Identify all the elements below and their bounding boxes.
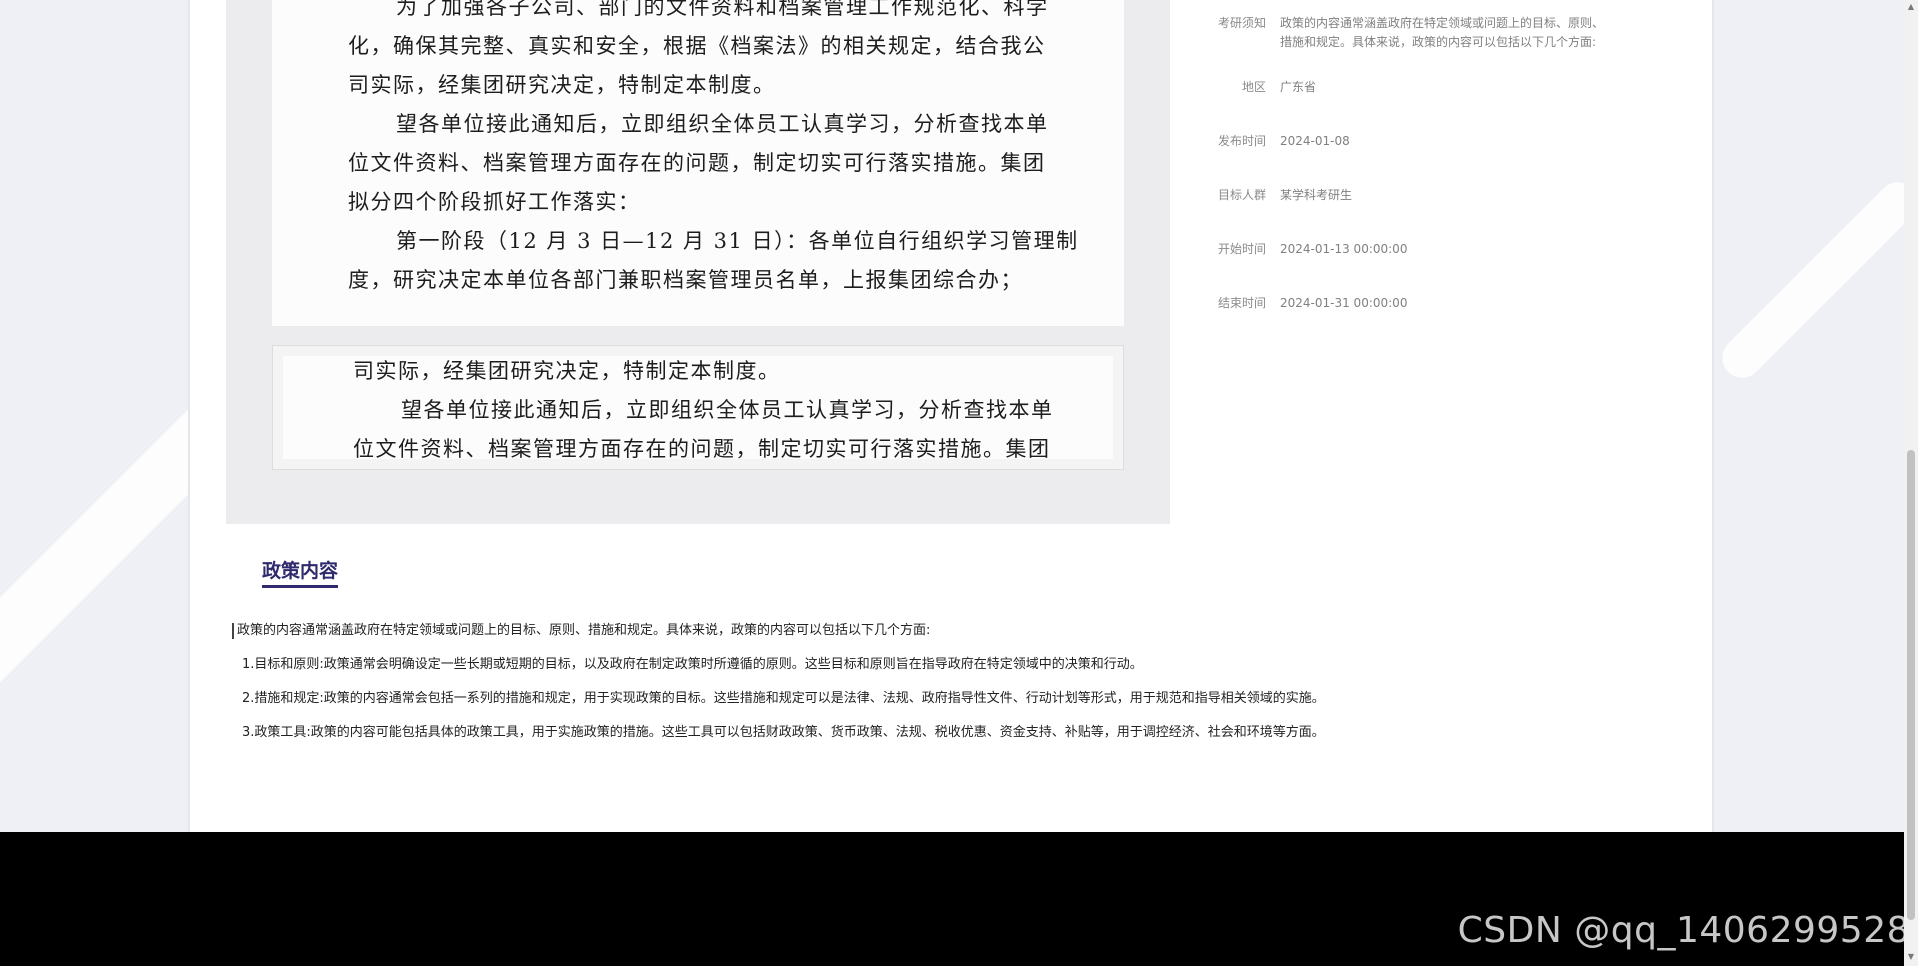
- meta-value: 某学科考研生: [1280, 188, 1353, 202]
- meta-label: 结束时间: [1217, 296, 1266, 310]
- meta-region: 地区 广东省: [1210, 78, 1630, 97]
- meta-label: 地区: [1241, 80, 1266, 94]
- section-title: 政策内容: [262, 556, 339, 588]
- meta-label: 目标人群: [1217, 188, 1266, 202]
- document-preview: 为了加强各子公司、部门的文件资料和档案管理工作规范化、科学 化，确保其完整、真实…: [226, 0, 1170, 524]
- policy-meta-panel: 考研须知 政策的内容通常涵盖政府在特定领域或问题上的目标、原则、措施和规定。具体…: [1210, 14, 1630, 348]
- document-page-1: 为了加强各子公司、部门的文件资料和档案管理工作规范化、科学 化，确保其完整、真实…: [272, 0, 1124, 326]
- doc-line: 望各单位接此通知后，立即组织全体员工认真学习，分析查找本单: [401, 398, 1054, 422]
- detail-page: 为了加强各子公司、部门的文件资料和档案管理工作规范化、科学 化，确保其完整、真实…: [188, 0, 1714, 832]
- doc-line: 度，研究决定本单位各部门兼职档案管理员名单，上报集团综合办；: [348, 268, 1023, 292]
- meta-publish-time: 发布时间 2024-01-08: [1210, 132, 1630, 151]
- content-intro: 政策的内容通常涵盖政府在特定领域或问题上的目标、原则、措施和规定。具体来说，政策…: [232, 614, 1672, 648]
- meta-value: 政策的内容通常涵盖政府在特定领域或问题上的目标、原则、措施和规定。具体来说，政策…: [1280, 16, 1605, 49]
- meta-label: 开始时间: [1217, 242, 1266, 256]
- doc-line: 拟分四个阶段抓好工作落实：: [348, 190, 641, 214]
- doc-line: 司实际，经集团研究决定，特制定本制度。: [348, 73, 776, 97]
- content-intro-text: 政策的内容通常涵盖政府在特定领域或问题上的目标、原则、措施和规定。具体来说，政策…: [237, 623, 931, 638]
- meta-value: 2024-01-13 00:00:00: [1280, 242, 1408, 256]
- doc-line: 司实际，经集团研究决定，特制定本制度。: [353, 359, 781, 383]
- background-decoration: [1713, 173, 1918, 387]
- meta-notice: 考研须知 政策的内容通常涵盖政府在特定领域或问题上的目标、原则、措施和规定。具体…: [1210, 14, 1630, 52]
- text-cursor-icon: [232, 622, 234, 639]
- meta-start-time: 开始时间 2024-01-13 00:00:00: [1210, 240, 1630, 259]
- meta-label: 发布时间: [1217, 134, 1266, 148]
- meta-value: 2024-01-08: [1280, 134, 1350, 148]
- content-item: 1.目标和原则:政策通常会明确设定一些长期或短期的目标，以及政府在制定政策时所遵…: [242, 657, 1143, 672]
- meta-end-time: 结束时间 2024-01-31 00:00:00: [1210, 294, 1630, 313]
- watermark-text: CSDN @qq_1406299528: [1457, 910, 1910, 951]
- meta-value: 广东省: [1280, 80, 1317, 94]
- doc-line: 望各单位接此通知后，立即组织全体员工认真学习，分析查找本单: [396, 112, 1049, 136]
- content-item: 3.政策工具:政策的内容可能包括具体的政策工具，用于实施政策的措施。这些工具可以…: [242, 725, 1325, 740]
- content-item: 2.措施和规定:政策的内容通常会包括一系列的措施和规定，用于实现政策的目标。这些…: [242, 691, 1325, 706]
- doc-line: 第一阶段（12 月 3 日—12 月 31 日）：各单位自行组织学习管理制: [396, 229, 1079, 253]
- meta-audience: 目标人群 某学科考研生: [1210, 186, 1630, 205]
- doc-line: 为了加强各子公司、部门的文件资料和档案管理工作规范化、科学: [396, 0, 1049, 19]
- doc-line: 位文件资料、档案管理方面存在的问题，制定切实可行落实措施。集团: [348, 151, 1046, 175]
- document-page-2: 司实际，经集团研究决定，特制定本制度。 望各单位接此通知后，立即组织全体员工认真…: [272, 345, 1124, 470]
- doc-line: 化，确保其完整、真实和安全，根据《档案法》的相关规定，结合我公: [348, 34, 1046, 58]
- policy-content: 政策的内容通常涵盖政府在特定领域或问题上的目标、原则、措施和规定。具体来说，政策…: [232, 614, 1672, 750]
- scroll-down-icon[interactable]: ▼: [1906, 952, 1916, 961]
- scroll-up-icon[interactable]: ▲: [1906, 2, 1916, 11]
- scrollbar-thumb[interactable]: [1907, 450, 1915, 920]
- scrollbar[interactable]: ▲ ▼: [1904, 0, 1918, 966]
- meta-value: 2024-01-31 00:00:00: [1280, 296, 1408, 310]
- meta-label: 考研须知: [1217, 16, 1266, 30]
- doc-line: 位文件资料、档案管理方面存在的问题，制定切实可行落实措施。集团: [353, 437, 1051, 461]
